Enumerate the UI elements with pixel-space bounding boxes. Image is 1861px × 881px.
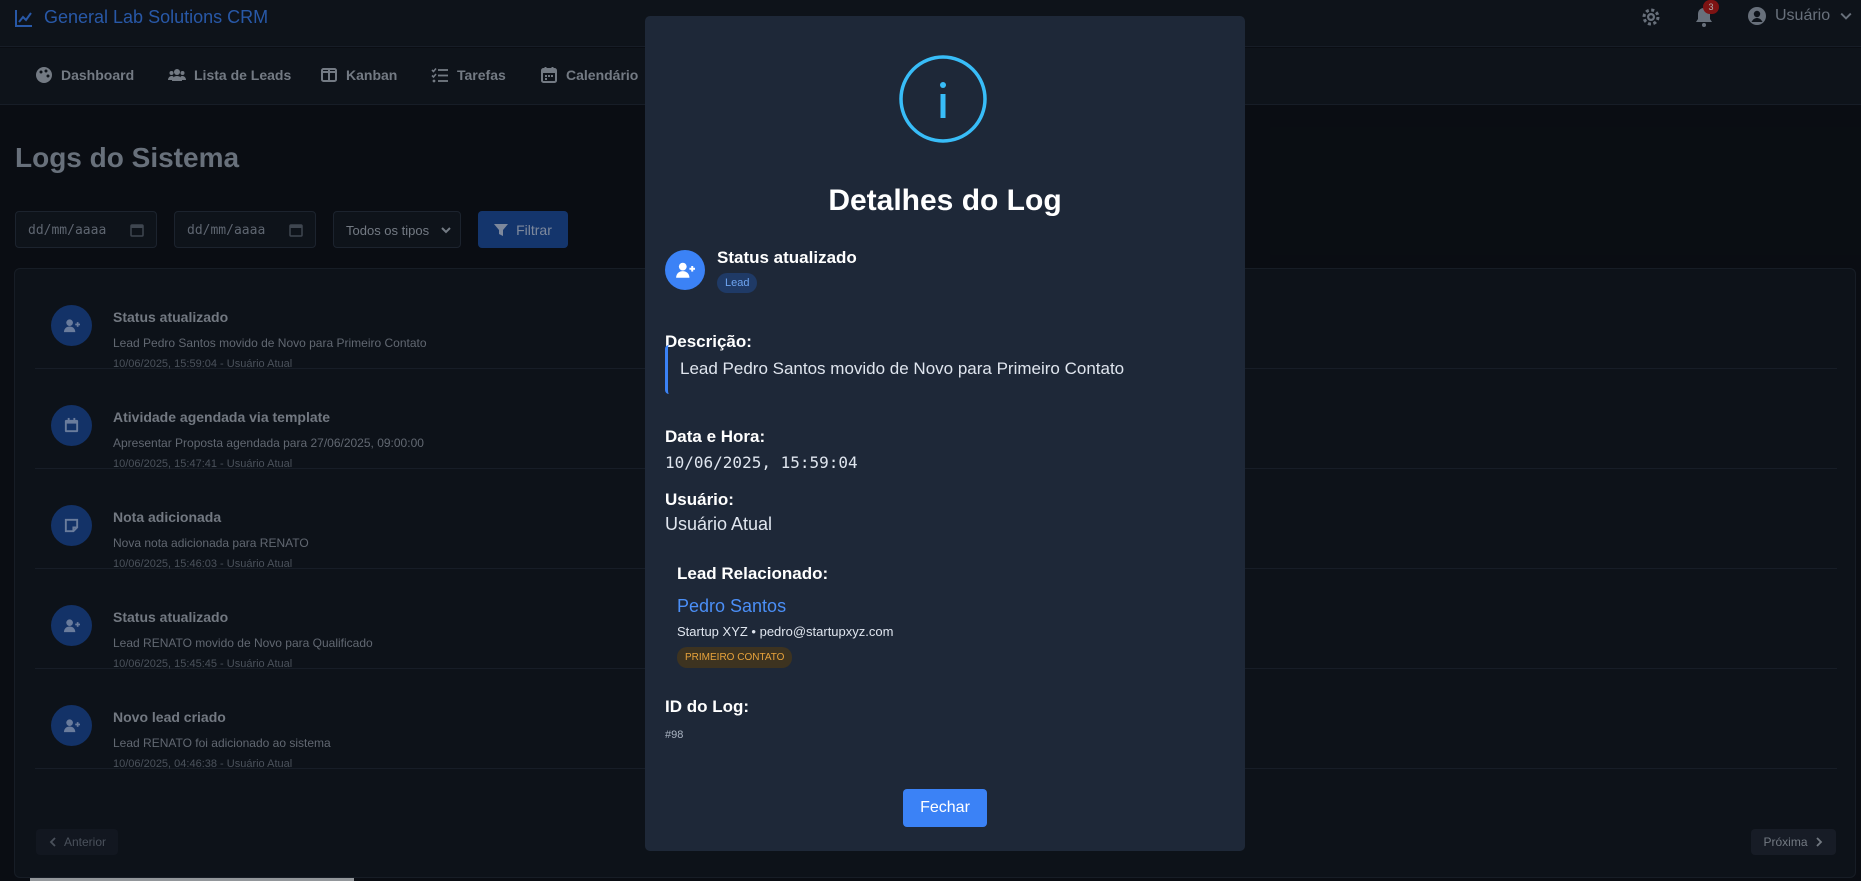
modal-title: Detalhes do Log bbox=[828, 184, 1062, 217]
user-plus-icon bbox=[676, 262, 695, 278]
info-icon bbox=[899, 55, 987, 143]
status-avatar bbox=[665, 250, 705, 290]
related-lead-info: Startup XYZ • pedro@startupxyz.com bbox=[677, 624, 894, 639]
user-value: Usuário Atual bbox=[665, 514, 773, 534]
related-lead-name[interactable]: Pedro Santos bbox=[677, 596, 786, 617]
user-label: Usuário: bbox=[665, 490, 734, 509]
description-text: Lead Pedro Santos movido de Novo para Pr… bbox=[665, 345, 1225, 394]
datetime-value: 10/06/2025, 15:59:04 bbox=[665, 453, 858, 472]
entity-badge: Lead bbox=[717, 273, 758, 293]
log-id-label: ID do Log: bbox=[665, 697, 750, 716]
lead-stage-badge: PRIMEIRO CONTATO bbox=[677, 647, 793, 668]
close-button[interactable]: Fechar bbox=[903, 789, 987, 827]
log-details-modal: Detalhes do Log Status atualizado Lead D… bbox=[645, 16, 1245, 851]
related-lead-label: Lead Relacionado: bbox=[677, 564, 829, 583]
log-status-title: Status atualizado bbox=[717, 248, 857, 267]
log-id-value: #98 bbox=[665, 729, 684, 741]
datetime-label: Data e Hora: bbox=[665, 427, 766, 446]
